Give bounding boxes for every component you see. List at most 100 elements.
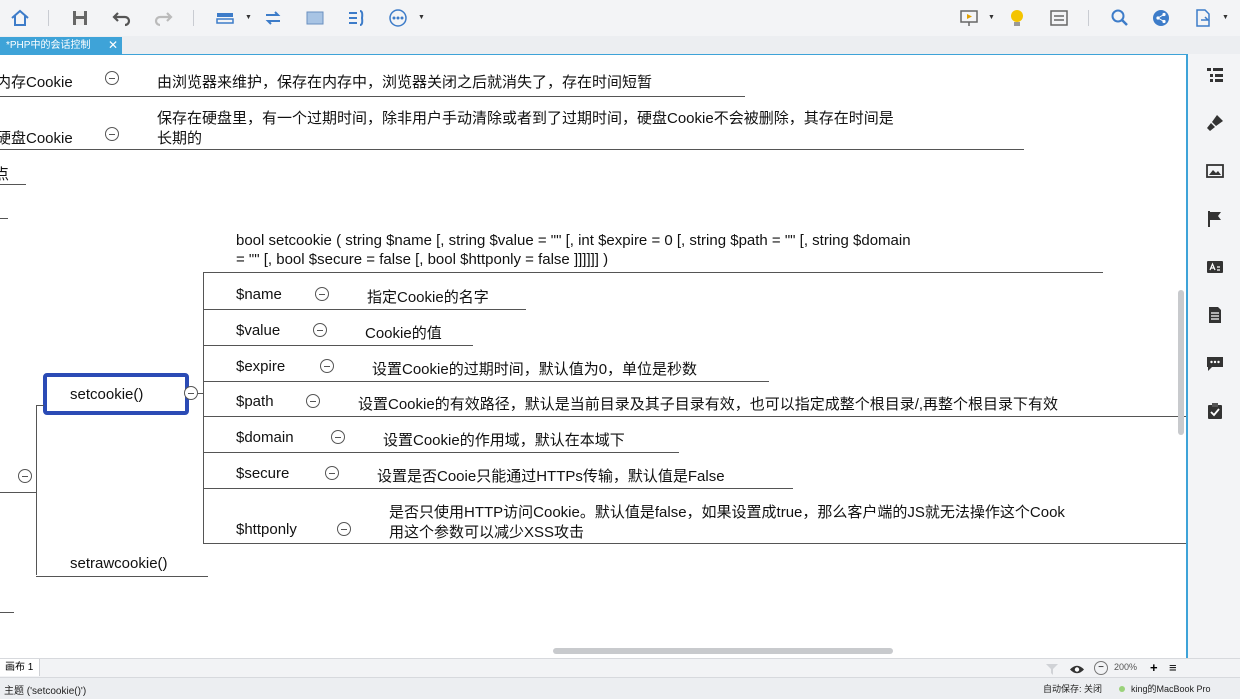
collapse-icon[interactable] <box>337 522 351 536</box>
format-brush-icon[interactable] <box>1204 112 1226 134</box>
outline-panel-icon[interactable] <box>1204 64 1226 86</box>
param-expire-desc[interactable]: 设置Cookie的过期时间，默认值为0，单位是秒数 <box>372 358 697 379</box>
more-icon[interactable] <box>385 6 411 30</box>
status-topic: 主题 ('setcookie()') <box>4 686 87 697</box>
summary-icon[interactable] <box>343 6 369 30</box>
param-path-desc[interactable]: 设置Cookie的有效路径，默认是当前目录及其子目录有效，也可以指定成整个根目录… <box>358 393 1058 414</box>
connector <box>36 405 44 406</box>
topic-memory-cookie-desc[interactable]: 由浏览器来维护，保存在内存中，浏览器关闭之后就消失了，存在时间短暂 <box>157 71 652 92</box>
param-expire[interactable]: $expire <box>236 358 285 375</box>
mindmap-canvas[interactable]: 内存Cookie 由浏览器来维护，保存在内存中，浏览器关闭之后就消失了，存在时间… <box>0 54 1188 658</box>
horizontal-scrollbar[interactable] <box>553 648 893 654</box>
save-icon[interactable] <box>67 6 93 30</box>
param-value[interactable]: $value <box>236 322 280 339</box>
image-icon[interactable] <box>1204 160 1226 182</box>
param-path[interactable]: $path <box>236 393 274 410</box>
zoom-out-button[interactable]: − <box>1094 661 1108 675</box>
connector <box>0 492 36 493</box>
collapse-icon[interactable] <box>105 71 119 85</box>
connector <box>203 272 204 544</box>
param-secure[interactable]: $secure <box>236 465 289 482</box>
topic-disk-cookie-desc-2[interactable]: 长期的 <box>157 127 202 148</box>
connector <box>198 393 203 394</box>
connector <box>36 405 37 575</box>
connector <box>0 218 8 219</box>
param-name[interactable]: $name <box>236 286 282 303</box>
status-autosave[interactable]: 自动保存: 关闭 <box>1043 682 1102 695</box>
setcookie-signature-1[interactable]: bool setcookie ( string $name [, string … <box>236 232 911 249</box>
connector <box>203 543 1186 544</box>
collapse-icon[interactable] <box>315 287 329 301</box>
vertical-scrollbar[interactable] <box>1178 290 1184 435</box>
connector <box>203 416 1186 417</box>
undo-icon[interactable] <box>109 6 135 30</box>
topic-clipped[interactable]: 点 <box>0 163 9 184</box>
flag-icon[interactable] <box>1204 208 1226 230</box>
connector <box>0 149 1024 150</box>
notes-icon[interactable] <box>1204 304 1226 326</box>
status-bar: 主题 ('setcookie()') 自动保存: 关闭 king的MacBook… <box>0 677 1240 699</box>
connector <box>0 184 26 185</box>
topic-setcookie[interactable]: setcookie() <box>70 386 143 403</box>
home-icon[interactable] <box>7 6 33 30</box>
param-domain-desc[interactable]: 设置Cookie的作用域，默认在本域下 <box>383 429 625 450</box>
connector <box>203 488 793 489</box>
right-sidebar <box>1190 54 1240 658</box>
collapse-icon[interactable] <box>18 469 32 483</box>
insert-topic-icon[interactable] <box>212 6 238 30</box>
online-dot <box>1119 686 1125 692</box>
connector <box>0 96 745 97</box>
export-icon[interactable] <box>1190 6 1216 30</box>
collapse-icon[interactable] <box>320 359 334 373</box>
task-icon[interactable] <box>1204 400 1226 422</box>
collapse-icon[interactable] <box>331 430 345 444</box>
zoom-level: 200% <box>1114 662 1138 672</box>
param-domain[interactable]: $domain <box>236 429 294 446</box>
tab-title: *PHP中的会话控制 <box>6 40 91 51</box>
sheet-bar: 画布 1 − 200% + ≡ <box>0 658 1240 677</box>
connector <box>203 272 1103 273</box>
setcookie-signature-2[interactable]: = "" [, bool $secure = false [, bool $ht… <box>236 251 608 268</box>
comment-icon[interactable] <box>1204 352 1226 374</box>
connector <box>203 345 473 346</box>
connector <box>203 309 526 310</box>
zoom-in-button[interactable]: + <box>1150 660 1158 675</box>
status-device: king的MacBook Pro <box>1131 684 1211 694</box>
topic-disk-cookie-desc-1[interactable]: 保存在硬盘里，有一个过期时间，除非用户手动清除或者到了过期时间，硬盘Cookie… <box>157 107 894 128</box>
relationship-icon[interactable] <box>260 6 286 30</box>
close-icon[interactable]: ✕ <box>108 37 118 54</box>
param-httponly-desc-2[interactable]: 用这个参数可以减少XSS攻击 <box>389 521 584 542</box>
filter-icon[interactable] <box>1046 662 1058 675</box>
collapse-icon[interactable] <box>306 394 320 408</box>
param-httponly[interactable]: $httponly <box>236 521 297 538</box>
sheet-tab[interactable]: 画布 1 <box>0 659 40 676</box>
connector <box>0 612 14 613</box>
search-icon[interactable] <box>1107 6 1133 30</box>
topic-disk-cookie[interactable]: 硬盘Cookie <box>0 127 73 148</box>
collapse-icon[interactable] <box>105 127 119 141</box>
boundary-icon[interactable] <box>302 6 328 30</box>
toolbar: ▼ ▼ ▼ ▼ <box>0 0 1240 37</box>
topic-memory-cookie[interactable]: 内存Cookie <box>0 71 73 92</box>
tab-document[interactable]: *PHP中的会话控制 ✕ <box>0 37 122 54</box>
text-style-icon[interactable] <box>1204 256 1226 278</box>
param-httponly-desc-1[interactable]: 是否只使用HTTP访问Cookie。默认值是false，如果设置成true，那么… <box>389 501 1065 522</box>
collapse-icon[interactable] <box>313 323 327 337</box>
collapse-icon[interactable] <box>325 466 339 480</box>
present-icon[interactable] <box>956 6 982 30</box>
redo-icon[interactable] <box>150 6 176 30</box>
param-secure-desc[interactable]: 设置是否Cooie只能通过HTTPs传输，默认值是False <box>377 465 725 486</box>
param-name-desc[interactable]: 指定Cookie的名字 <box>367 286 489 307</box>
eye-icon[interactable] <box>1070 662 1084 674</box>
idea-icon[interactable] <box>1004 6 1030 30</box>
tab-strip <box>0 36 1240 54</box>
connector <box>36 576 208 577</box>
connector <box>203 381 769 382</box>
share-icon[interactable] <box>1148 6 1174 30</box>
menu-icon[interactable]: ≡ <box>1169 660 1177 675</box>
connector <box>203 452 679 453</box>
collapse-icon[interactable] <box>184 386 198 400</box>
param-value-desc[interactable]: Cookie的值 <box>365 322 442 343</box>
topic-setrawcookie[interactable]: setrawcookie() <box>70 555 168 572</box>
outline-icon[interactable] <box>1046 6 1072 30</box>
